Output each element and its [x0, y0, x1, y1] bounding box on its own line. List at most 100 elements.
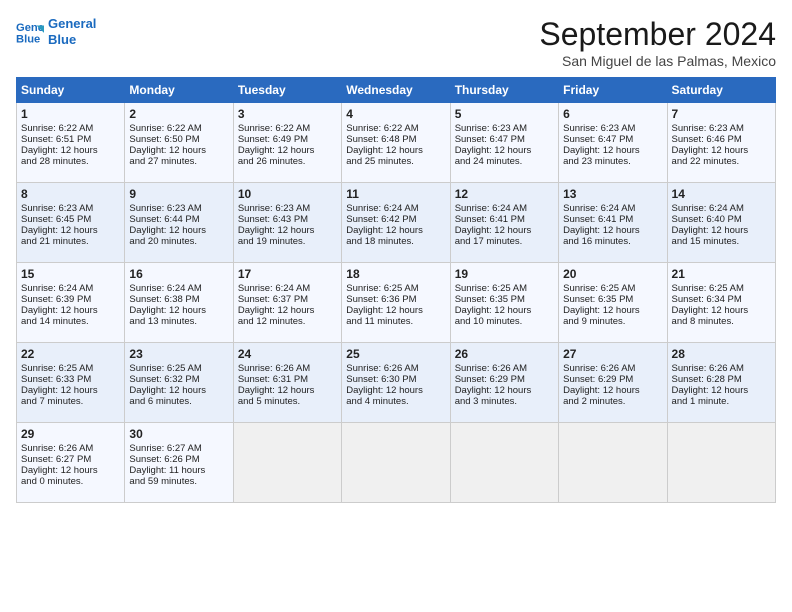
- day-info-line: and 15 minutes.: [672, 236, 771, 247]
- day-number: 12: [455, 187, 554, 201]
- calendar-cell: 23 Sunrise: 6:25 AMSunset: 6:32 PMDayligh…: [125, 343, 233, 423]
- day-number: 6: [563, 107, 662, 121]
- day-info-line: Sunrise: 6:26 AM: [455, 363, 554, 374]
- calendar-cell: 22Sunrise: 6:25 AMSunset: 6:33 PMDayligh…: [17, 343, 125, 423]
- day-info-line: Sunset: 6:49 PM: [238, 134, 337, 145]
- day-info-line: Daylight: 12 hours: [21, 465, 120, 476]
- day-info-line: Daylight: 12 hours: [129, 385, 228, 396]
- day-info-line: Daylight: 12 hours: [563, 385, 662, 396]
- day-number: 22: [21, 347, 120, 361]
- day-info-line: and 22 minutes.: [672, 156, 771, 167]
- svg-text:Blue: Blue: [16, 33, 40, 45]
- day-number: 20: [563, 267, 662, 281]
- day-info-line: Daylight: 11 hours: [129, 465, 228, 476]
- day-number: 14: [672, 187, 771, 201]
- day-info-line: Sunset: 6:38 PM: [129, 294, 228, 305]
- day-number: 23: [129, 347, 228, 361]
- day-info-line: Daylight: 12 hours: [21, 385, 120, 396]
- day-info-line: and 24 minutes.: [455, 156, 554, 167]
- day-number: 17: [238, 267, 337, 281]
- day-info-line: Sunrise: 6:25 AM: [563, 283, 662, 294]
- day-info-line: Daylight: 12 hours: [455, 225, 554, 236]
- day-info-line: Sunrise: 6:24 AM: [455, 203, 554, 214]
- day-info-line: and 7 minutes.: [21, 396, 120, 407]
- day-info-line: Daylight: 12 hours: [346, 145, 445, 156]
- day-info-line: Daylight: 12 hours: [346, 225, 445, 236]
- day-info-line: and 12 minutes.: [238, 316, 337, 327]
- calendar-cell: 13Sunrise: 6:24 AMSunset: 6:41 PMDayligh…: [559, 183, 667, 263]
- day-info-line: Sunrise: 6:27 AM: [129, 443, 228, 454]
- page-header: General Blue General Blue September 2024…: [16, 16, 776, 69]
- calendar-cell: 20Sunrise: 6:25 AMSunset: 6:35 PMDayligh…: [559, 263, 667, 343]
- calendar-cell: 9Sunrise: 6:23 AMSunset: 6:44 PMDaylight…: [125, 183, 233, 263]
- day-info-line: Sunset: 6:29 PM: [563, 374, 662, 385]
- day-info-line: and 27 minutes.: [129, 156, 228, 167]
- day-info-line: and 26 minutes.: [238, 156, 337, 167]
- day-info-line: and 1 minute.: [672, 396, 771, 407]
- day-info-line: Sunset: 6:45 PM: [21, 214, 120, 225]
- day-info-line: Sunrise: 6:22 AM: [238, 123, 337, 134]
- day-info-line: Sunset: 6:50 PM: [129, 134, 228, 145]
- day-info-line: Sunset: 6:47 PM: [455, 134, 554, 145]
- calendar-cell: 4 Sunrise: 6:22 AMSunset: 6:48 PMDaylight…: [342, 103, 450, 183]
- day-info-line: and 17 minutes.: [455, 236, 554, 247]
- day-info-line: Daylight: 12 hours: [21, 145, 120, 156]
- calendar-cell: 21Sunrise: 6:25 AMSunset: 6:34 PMDayligh…: [667, 263, 775, 343]
- calendar-cell: 14Sunrise: 6:24 AMSunset: 6:40 PMDayligh…: [667, 183, 775, 263]
- day-number: 30: [129, 427, 228, 441]
- calendar-cell: 29Sunrise: 6:26 AMSunset: 6:27 PMDayligh…: [17, 423, 125, 503]
- col-header-wednesday: Wednesday: [342, 78, 450, 103]
- calendar-cell: 30Sunrise: 6:27 AMSunset: 6:26 PMDayligh…: [125, 423, 233, 503]
- day-number: 3: [238, 107, 337, 121]
- day-info-line: Daylight: 12 hours: [672, 305, 771, 316]
- day-info-line: and 19 minutes.: [238, 236, 337, 247]
- day-number: 4: [346, 107, 445, 121]
- calendar-cell: 24Sunrise: 6:26 AMSunset: 6:31 PMDayligh…: [233, 343, 341, 423]
- day-info-line: Sunrise: 6:26 AM: [238, 363, 337, 374]
- day-info-line: Sunset: 6:32 PM: [129, 374, 228, 385]
- day-info-line: Sunrise: 6:24 AM: [563, 203, 662, 214]
- day-number: 15: [21, 267, 120, 281]
- day-info-line: Sunset: 6:29 PM: [455, 374, 554, 385]
- day-number: 7: [672, 107, 771, 121]
- day-info-line: Sunset: 6:48 PM: [346, 134, 445, 145]
- calendar-cell: 15Sunrise: 6:24 AMSunset: 6:39 PMDayligh…: [17, 263, 125, 343]
- day-info-line: Sunrise: 6:23 AM: [563, 123, 662, 134]
- day-info-line: Sunrise: 6:24 AM: [129, 283, 228, 294]
- day-info-line: and 21 minutes.: [21, 236, 120, 247]
- day-number: 10: [238, 187, 337, 201]
- day-info-line: and 18 minutes.: [346, 236, 445, 247]
- day-number: 27: [563, 347, 662, 361]
- col-header-tuesday: Tuesday: [233, 78, 341, 103]
- day-info-line: Sunset: 6:46 PM: [672, 134, 771, 145]
- day-info-line: Daylight: 12 hours: [455, 385, 554, 396]
- day-info-line: Sunrise: 6:24 AM: [238, 283, 337, 294]
- day-info-line: Daylight: 12 hours: [672, 385, 771, 396]
- day-info-line: Sunrise: 6:26 AM: [21, 443, 120, 454]
- day-info-line: Sunrise: 6:26 AM: [672, 363, 771, 374]
- day-number: 11: [346, 187, 445, 201]
- day-number: 8: [21, 187, 120, 201]
- month-title: September 2024: [539, 16, 776, 53]
- day-info-line: Sunset: 6:47 PM: [563, 134, 662, 145]
- day-info-line: and 25 minutes.: [346, 156, 445, 167]
- day-info-line: and 5 minutes.: [238, 396, 337, 407]
- calendar-cell: 25Sunrise: 6:26 AMSunset: 6:30 PMDayligh…: [342, 343, 450, 423]
- col-header-saturday: Saturday: [667, 78, 775, 103]
- col-header-friday: Friday: [559, 78, 667, 103]
- day-number: 29: [21, 427, 120, 441]
- day-number: 24: [238, 347, 337, 361]
- day-info-line: Sunrise: 6:22 AM: [346, 123, 445, 134]
- day-info-line: Sunset: 6:44 PM: [129, 214, 228, 225]
- day-info-line: and 6 minutes.: [129, 396, 228, 407]
- col-header-sunday: Sunday: [17, 78, 125, 103]
- calendar-cell: 10Sunrise: 6:23 AMSunset: 6:43 PMDayligh…: [233, 183, 341, 263]
- day-number: 9: [129, 187, 228, 201]
- day-info-line: and 10 minutes.: [455, 316, 554, 327]
- day-info-line: Sunrise: 6:25 AM: [129, 363, 228, 374]
- day-info-line: and 9 minutes.: [563, 316, 662, 327]
- day-info-line: Sunset: 6:34 PM: [672, 294, 771, 305]
- calendar-cell: 8Sunrise: 6:23 AMSunset: 6:45 PMDaylight…: [17, 183, 125, 263]
- day-number: 16: [129, 267, 228, 281]
- day-info-line: Sunset: 6:42 PM: [346, 214, 445, 225]
